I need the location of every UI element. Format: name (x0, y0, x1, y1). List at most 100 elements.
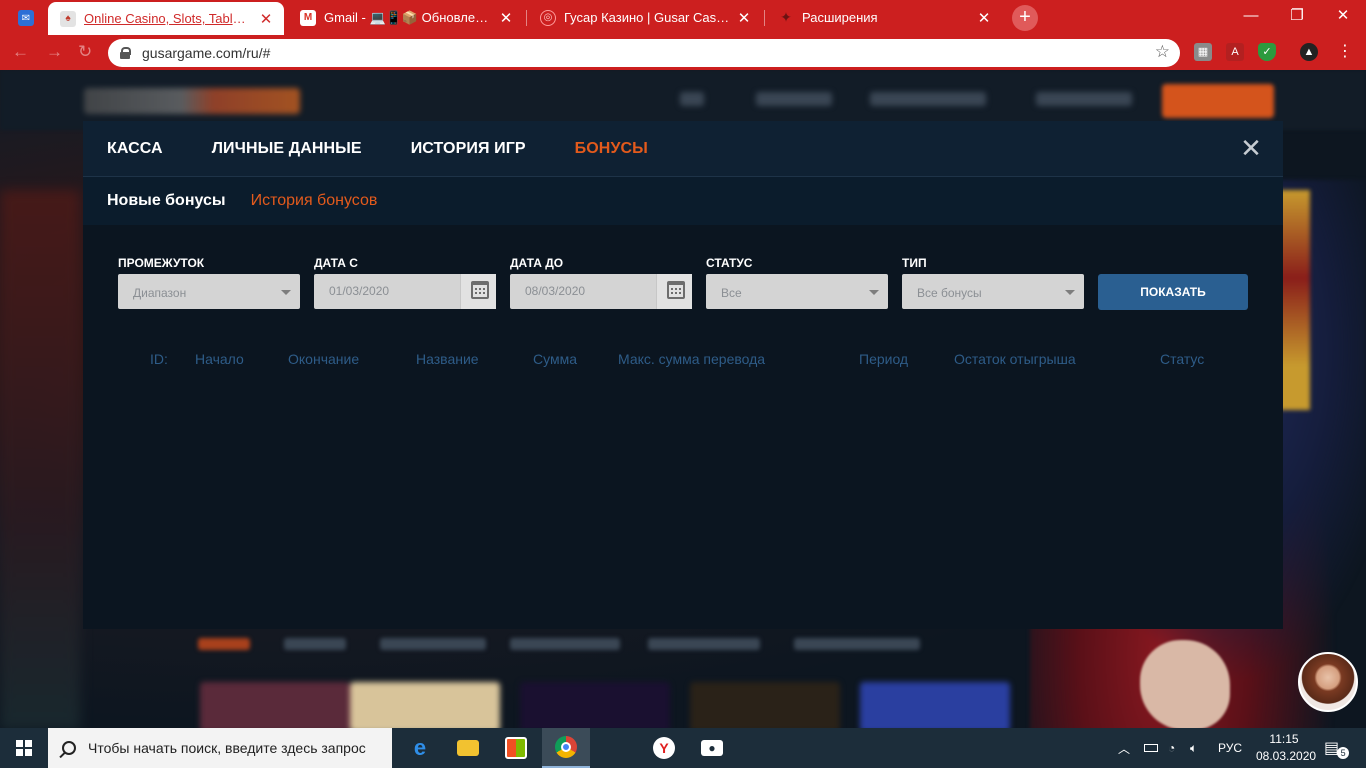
date-to-calendar-button[interactable] (656, 274, 692, 309)
browser-toolbar: ← → ↻ gusargame.com/ru/# ☆ ▦ A ✓ ▲ ⋮ (0, 35, 1366, 70)
date-from-filter: ДАТА С 01/03/2020 (314, 254, 496, 309)
casino-favicon-icon: ♠ (60, 10, 76, 27)
yandex-icon: Y (653, 737, 675, 759)
tab-extensions[interactable]: ✦ Расширения ✕ (766, 0, 1002, 35)
system-clock[interactable]: 11:15 08.03.2020 (1256, 731, 1317, 765)
tab-cashier[interactable]: КАССА (107, 140, 163, 158)
column-header-end: Окончание (288, 351, 360, 367)
reload-icon[interactable]: ↻ (78, 42, 92, 62)
column-header-id: ID: (150, 351, 168, 367)
tab-personal-data[interactable]: ЛИЧНЫЕ ДАННЫЕ (212, 140, 362, 158)
type-select[interactable]: Все бонусы (902, 274, 1084, 309)
edge-icon: e (413, 735, 427, 760)
site-logo (84, 88, 300, 114)
status-select[interactable]: Все (706, 274, 888, 309)
close-tab-icon[interactable]: ✕ (258, 10, 274, 28)
shield-extension-icon[interactable]: ✓ (1258, 43, 1276, 61)
type-value: Все бонусы (917, 286, 982, 300)
date-from-calendar-button[interactable] (460, 274, 496, 309)
windows-taskbar: Чтобы начать поиск, введите здесь запрос… (0, 728, 1366, 768)
blurred-game-thumbnails (200, 682, 1020, 728)
tab-separator (526, 10, 527, 26)
browser-tab-strip: ✉ ♠ Online Casino, Slots, Table Games ✕ … (0, 0, 1366, 35)
menu-kebab-icon[interactable]: ⋮ (1336, 43, 1354, 61)
taskbar-edge[interactable]: e (396, 728, 444, 768)
close-tab-icon[interactable]: ✕ (498, 9, 514, 27)
chevron-up-icon: ︿ (1118, 741, 1131, 756)
volume-control[interactable]: 🔈︎ (1190, 728, 1197, 768)
subtab-bonus-history[interactable]: История бонусов (251, 192, 378, 210)
start-button[interactable] (0, 728, 48, 768)
forward-arrow-icon[interactable]: → (46, 42, 63, 62)
show-button[interactable]: ПОКАЗАТЬ (1098, 274, 1248, 310)
support-chat-avatar[interactable] (1298, 652, 1358, 712)
tab-title: Gmail - 💻📱📦 Обновления на (324, 9, 492, 25)
taskbar-file-explorer[interactable] (444, 728, 492, 768)
date-from-input[interactable]: 01/03/2020 (314, 274, 496, 309)
close-icon[interactable]: ✕ (1239, 135, 1263, 161)
input-language[interactable]: РУС (1218, 728, 1242, 768)
language-label: РУС (1218, 741, 1243, 755)
pdf-extension-icon[interactable]: A (1226, 43, 1244, 61)
tab-bonuses[interactable]: БОНУСЫ (575, 140, 648, 158)
column-header-max-transfer: Макс. сумма перевода (618, 351, 766, 367)
clock-time: 11:15 (1269, 732, 1299, 746)
lock-icon (120, 47, 131, 59)
date-from-value: 01/03/2020 (329, 284, 390, 298)
taskbar-store[interactable] (492, 728, 540, 768)
account-modal: КАССА ЛИЧНЫЕ ДАННЫЕ ИСТОРИЯ ИГР БОНУСЫ ✕… (83, 121, 1283, 629)
period-select[interactable]: Диапазон (118, 274, 300, 309)
blurred-deposit-button (1162, 84, 1274, 118)
clock-date: 08.03.2020 (1256, 749, 1317, 763)
url-text: gusargame.com/ru/# (142, 45, 271, 61)
bookmark-star-icon[interactable]: ☆ (1155, 42, 1170, 62)
mail-icon: ✉ (18, 10, 34, 26)
subtab-new-bonuses[interactable]: Новые бонусы (107, 192, 226, 210)
show-hidden-icons[interactable]: ︿ (1118, 728, 1130, 768)
modal-tab-bar: КАССА ЛИЧНЫЕ ДАННЫЕ ИСТОРИЯ ИГР БОНУСЫ ✕ (83, 121, 1283, 177)
tab-gusar-casino[interactable]: ◎ Гусар Казино | Gusar Casino. Об ✕ (528, 0, 762, 35)
battery-status[interactable] (1144, 728, 1158, 768)
address-bar[interactable]: gusargame.com/ru/# ☆ (108, 39, 1180, 67)
taskbar-search[interactable]: Чтобы начать поиск, введите здесь запрос (48, 728, 392, 768)
speaker-icon: 🔈︎ (1190, 740, 1198, 755)
minimize-button[interactable]: — (1228, 0, 1274, 32)
bonus-history-filters: ПРОМЕЖУТОК Диапазон ДАТА С 01/03/2020 ДА… (118, 254, 1248, 314)
period-value: Диапазон (133, 286, 187, 300)
taskbar-yandex[interactable]: Y (640, 728, 688, 768)
tab-game-history[interactable]: ИСТОРИЯ ИГР (411, 140, 526, 158)
profile-extension-icon[interactable]: ▲ (1300, 43, 1318, 61)
network-status[interactable]: ◔ (1168, 728, 1175, 768)
tab-title: Гусар Казино | Gusar Casino. Об (564, 10, 730, 25)
calendar-icon (667, 281, 685, 299)
column-header-name: Название (416, 351, 479, 367)
puzzle-icon: ✦ (780, 9, 792, 25)
back-arrow-icon[interactable]: ← (12, 42, 29, 62)
battery-icon (1144, 744, 1158, 752)
pinned-tab-mail[interactable]: ✉ (8, 4, 44, 32)
column-header-amount: Сумма (533, 351, 577, 367)
chevron-down-icon (281, 290, 291, 295)
status-filter: СТАТУС Все (706, 254, 888, 309)
status-label: СТАТУС (706, 256, 753, 270)
wifi-icon: ◔ (1168, 741, 1176, 755)
blurred-header-item (870, 92, 986, 106)
new-tab-button[interactable]: + (1012, 5, 1038, 31)
extension-grid-icon[interactable]: ▦ (1194, 43, 1212, 61)
tab-online-casino[interactable]: ♠ Online Casino, Slots, Table Games ✕ (48, 2, 284, 35)
column-header-period: Период (859, 351, 909, 367)
taskbar-chrome[interactable] (542, 728, 590, 768)
taskbar-camera[interactable]: ● (688, 728, 736, 768)
date-to-input[interactable]: 08/03/2020 (510, 274, 692, 309)
close-tab-icon[interactable]: ✕ (736, 9, 752, 27)
tab-title: Online Casino, Slots, Table Games (84, 11, 252, 26)
action-center-button[interactable]: ▤ 5 (1324, 728, 1350, 768)
column-header-wager-remaining: Остаток отыгрыша (954, 351, 1076, 367)
close-tab-icon[interactable]: ✕ (976, 9, 992, 27)
search-placeholder: Чтобы начать поиск, введите здесь запрос (88, 740, 366, 756)
tab-gmail[interactable]: M Gmail - 💻📱📦 Обновления на ✕ (288, 0, 524, 35)
restore-button[interactable]: ❐ (1274, 0, 1320, 32)
store-icon (505, 737, 527, 759)
date-to-filter: ДАТА ДО 08/03/2020 (510, 254, 692, 309)
close-window-button[interactable]: ✕ (1320, 0, 1366, 32)
